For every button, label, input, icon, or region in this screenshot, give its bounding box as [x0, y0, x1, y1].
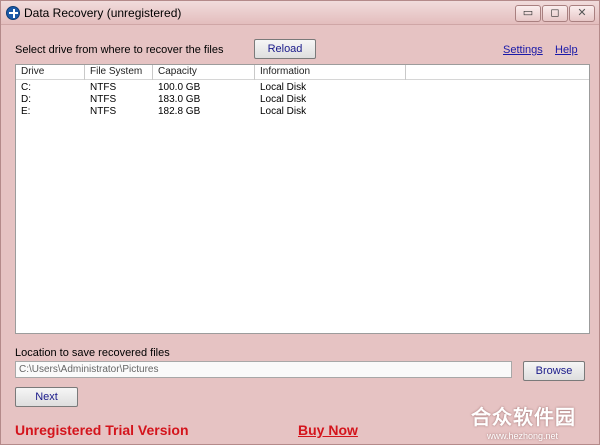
select-drive-label: Select drive from where to recover the f… — [15, 44, 224, 56]
cell-file-system: NTFS — [90, 94, 117, 105]
next-button[interactable]: Next — [15, 387, 78, 407]
title-bar[interactable]: Data Recovery (unregistered) ▭ ◻ ✕ — [1, 1, 599, 25]
cell-information: Local Disk — [260, 82, 307, 93]
trial-version-label: Unregistered Trial Version — [15, 422, 189, 438]
table-row[interactable]: E: NTFS 182.8 GB Local Disk — [16, 106, 589, 118]
close-button[interactable]: ✕ — [569, 5, 595, 22]
minimize-icon: ▭ — [522, 6, 534, 19]
app-window: Data Recovery (unregistered) ▭ ◻ ✕ Selec… — [0, 0, 600, 445]
watermark-url: www.hezhong.net — [487, 431, 559, 441]
cell-drive: C: — [21, 82, 31, 93]
window-title: Data Recovery (unregistered) — [24, 6, 182, 20]
cell-file-system: NTFS — [90, 106, 117, 117]
cell-file-system: NTFS — [90, 82, 117, 93]
close-icon: ✕ — [577, 6, 587, 19]
drive-list[interactable]: Drive File System Capacity Information C… — [15, 64, 590, 334]
table-row[interactable]: D: NTFS 183.0 GB Local Disk — [16, 94, 589, 106]
help-link[interactable]: Help — [555, 44, 578, 56]
watermark-logo: 合众软件园 — [471, 405, 576, 429]
column-file-system[interactable]: File System — [85, 65, 153, 80]
cell-drive: E: — [21, 106, 31, 117]
app-plus-icon — [6, 6, 20, 20]
buy-now-link[interactable]: Buy Now — [298, 422, 358, 438]
browse-button[interactable]: Browse — [523, 361, 585, 381]
cell-drive: D: — [21, 94, 31, 105]
settings-link[interactable]: Settings — [503, 44, 543, 56]
column-information[interactable]: Information — [255, 65, 406, 80]
cell-capacity: 182.8 GB — [158, 106, 201, 117]
save-location-label: Location to save recovered files — [15, 347, 170, 359]
table-row[interactable]: C: NTFS 100.0 GB Local Disk — [16, 82, 589, 94]
cell-capacity: 183.0 GB — [158, 94, 201, 105]
maximize-button[interactable]: ◻ — [542, 5, 568, 22]
column-capacity[interactable]: Capacity — [153, 65, 255, 80]
minimize-button[interactable]: ▭ — [515, 5, 541, 22]
column-filler — [406, 65, 589, 80]
reload-button[interactable]: Reload — [254, 39, 316, 59]
cell-capacity: 100.0 GB — [158, 82, 201, 93]
column-drive[interactable]: Drive — [16, 65, 85, 80]
maximize-icon: ◻ — [550, 6, 560, 19]
drive-list-header: Drive File System Capacity Information — [16, 65, 589, 80]
save-path-field[interactable]: C:\Users\Administrator\Pictures — [15, 361, 512, 378]
cell-information: Local Disk — [260, 106, 307, 117]
cell-information: Local Disk — [260, 94, 307, 105]
